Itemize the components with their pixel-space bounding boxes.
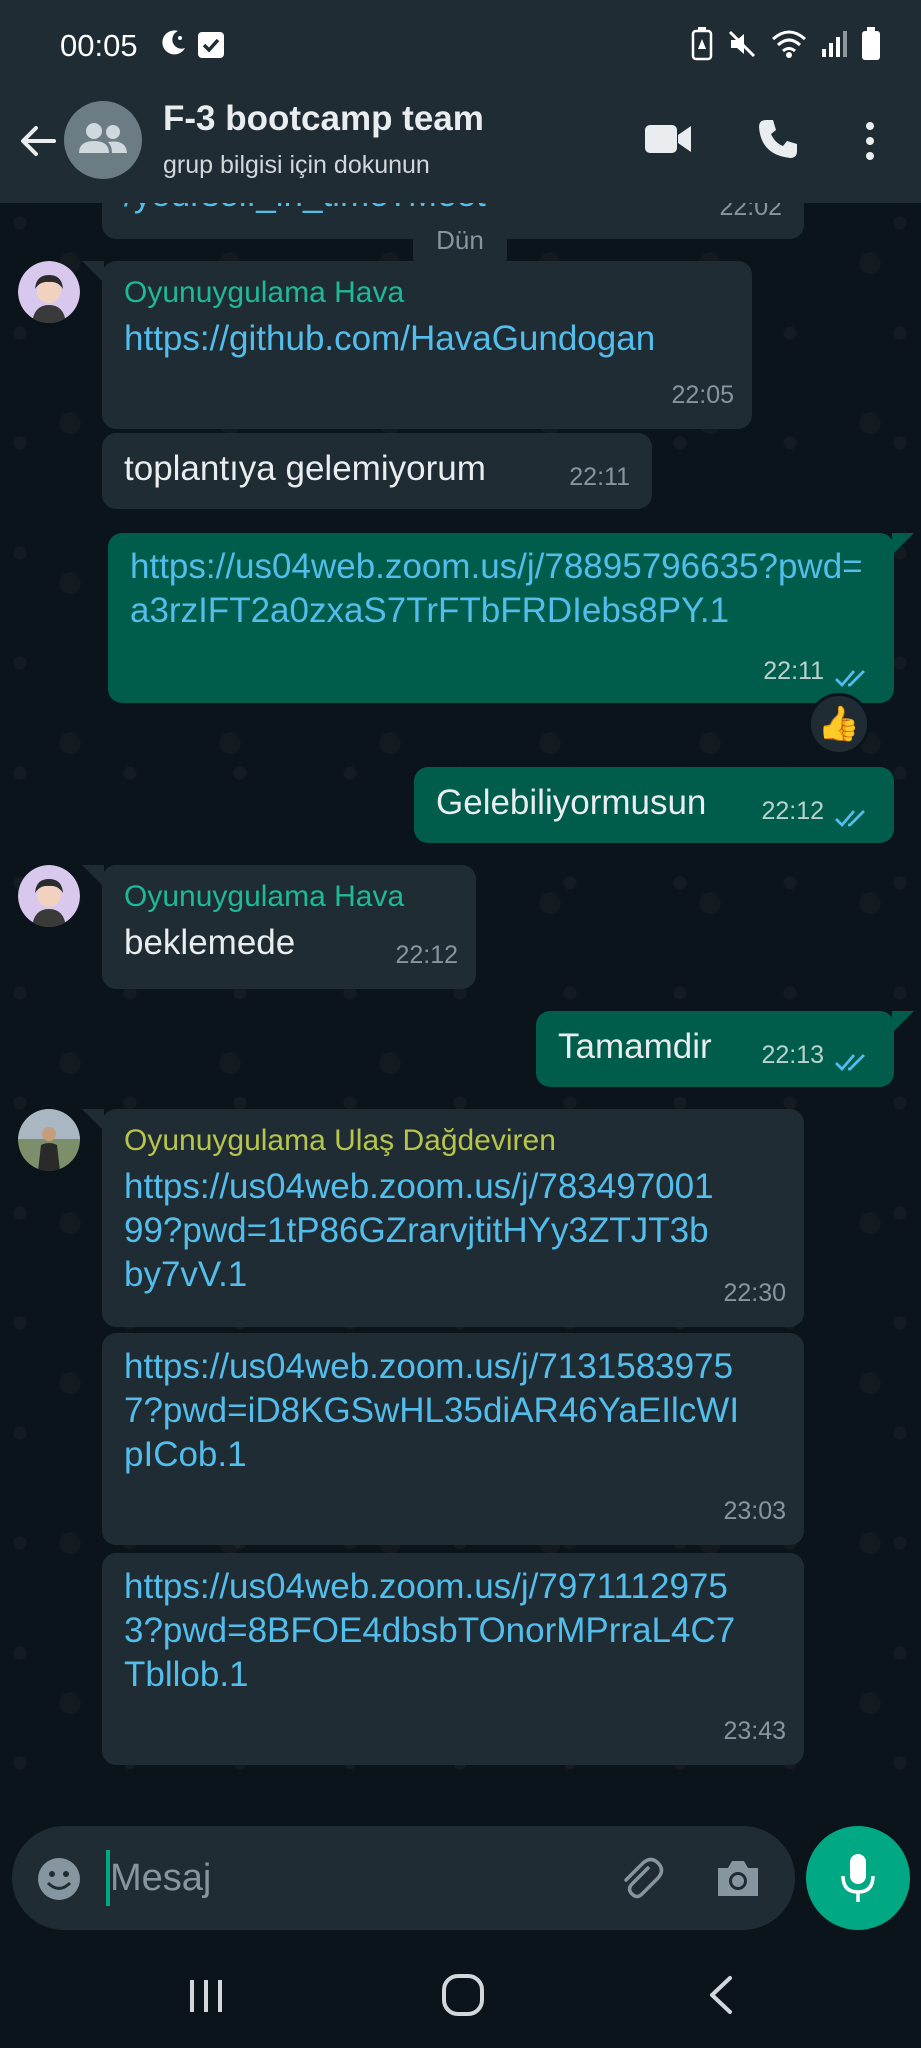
- read-receipt-icon: [835, 670, 865, 688]
- message-time: 22:02: [719, 203, 782, 221]
- bubble-tail: [892, 1011, 914, 1033]
- message-sender[interactable]: Oyunuygulama Hava: [124, 273, 730, 313]
- chat-subtitle[interactable]: grup bilgisi için dokunun: [163, 151, 430, 180]
- back-arrow-icon[interactable]: [16, 119, 60, 163]
- message-text: Gelebiliyormusun: [436, 783, 707, 822]
- attach-icon[interactable]: [616, 1854, 666, 1904]
- message-time: 22:13: [761, 1041, 824, 1069]
- message-bubble[interactable]: https://us04web.zoom.us/j/79711129753?pw…: [102, 1553, 804, 1765]
- recents-icon[interactable]: [186, 1976, 226, 2016]
- chat-area[interactable]: /yourself_in_time?Meet 22:02 Dün Oyunuyg…: [0, 203, 921, 1825]
- message-link[interactable]: https://us04web.zoom.us/j/71315839757?pw…: [124, 1345, 754, 1477]
- avatar[interactable]: [18, 1109, 80, 1171]
- system-nav-bar: [0, 1940, 921, 2048]
- mute-icon: [728, 30, 756, 58]
- message-bubble[interactable]: Tamamdir 22:13: [536, 1011, 894, 1087]
- more-options-icon[interactable]: [858, 119, 882, 163]
- back-icon[interactable]: [704, 1974, 736, 2016]
- status-icons: [691, 26, 881, 62]
- signal-icon: [822, 31, 847, 57]
- avatar[interactable]: [18, 865, 80, 927]
- message-time: 22:12: [395, 941, 458, 969]
- mic-icon: [841, 1854, 875, 1902]
- message-time: 22:05: [671, 381, 734, 409]
- message-input[interactable]: [110, 1846, 610, 1910]
- message-time: 23:03: [723, 1497, 786, 1525]
- camera-icon[interactable]: [714, 1856, 762, 1900]
- message-bubble[interactable]: toplantıya gelemiyorum 22:11: [102, 433, 652, 509]
- message-bubble[interactable]: Gelebiliyormusun 22:12: [414, 767, 894, 843]
- emoji-icon[interactable]: [36, 1856, 82, 1902]
- message-link[interactable]: https://us04web.zoom.us/j/79711129753?pw…: [124, 1565, 754, 1697]
- video-call-icon[interactable]: [644, 121, 692, 157]
- message-bubble[interactable]: Oyunuygulama Ulaş Dağdeviren https://us0…: [102, 1109, 804, 1327]
- moon-icon: [162, 30, 185, 55]
- message-bubble[interactable]: https://us04web.zoom.us/j/78895796635?pw…: [108, 533, 894, 703]
- message-link[interactable]: https://us04web.zoom.us/j/78349700199?pw…: [124, 1165, 724, 1297]
- bubble-tail: [82, 1109, 104, 1131]
- message-link[interactable]: https://github.com/HavaGundogan: [124, 317, 730, 361]
- message-time: 22:30: [723, 1279, 786, 1307]
- message-bubble[interactable]: Oyunuygulama Hava beklemede 22:12: [102, 865, 476, 989]
- chat-title[interactable]: F-3 bootcamp team: [163, 99, 484, 139]
- status-bar: 00:05: [0, 0, 921, 95]
- check-box-icon: [198, 32, 224, 58]
- bubble-tail: [892, 533, 914, 555]
- message-text: Tamamdir: [558, 1027, 712, 1066]
- read-receipt-icon: [835, 810, 865, 828]
- message-sender[interactable]: Oyunuygulama Hava: [124, 877, 454, 917]
- voice-call-icon[interactable]: [756, 117, 800, 161]
- bubble-tail: [82, 865, 104, 887]
- chat-header: F-3 bootcamp team grup bilgisi için doku…: [0, 95, 921, 203]
- mic-button[interactable]: [806, 1826, 910, 1930]
- reaction-badge[interactable]: 👍: [808, 693, 870, 755]
- message-bubble[interactable]: Oyunuygulama Hava https://github.com/Hav…: [102, 261, 752, 429]
- message-link[interactable]: https://us04web.zoom.us/j/78895796635?pw…: [130, 545, 870, 633]
- wifi-icon: [772, 30, 806, 58]
- message-time: 22:12: [761, 797, 824, 825]
- read-receipt-icon: [835, 1054, 865, 1072]
- message-text: toplantıya gelemiyorum: [124, 449, 486, 488]
- message-composer: [12, 1826, 795, 1930]
- message-time: 22:11: [569, 463, 630, 491]
- battery-saver-icon: [691, 27, 713, 61]
- bubble-tail: [82, 261, 104, 283]
- home-icon[interactable]: [440, 1972, 486, 2018]
- group-avatar-icon[interactable]: [64, 101, 142, 179]
- status-time: 00:05: [60, 28, 138, 63]
- avatar[interactable]: [18, 261, 80, 323]
- battery-icon: [862, 27, 880, 60]
- message-time: 22:11: [763, 657, 824, 685]
- message-bubble[interactable]: https://us04web.zoom.us/j/71315839757?pw…: [102, 1333, 804, 1545]
- message-time: 23:43: [723, 1717, 786, 1745]
- message-sender[interactable]: Oyunuygulama Ulaş Dağdeviren: [124, 1121, 782, 1161]
